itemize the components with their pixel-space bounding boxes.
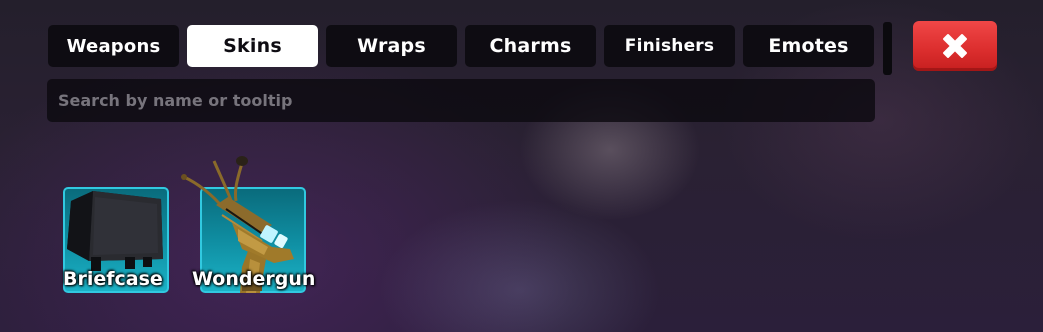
tab-weapons-label: Weapons: [66, 35, 161, 57]
tab-wraps[interactable]: Wraps: [326, 25, 457, 67]
tab-skins-label: Skins: [223, 35, 282, 57]
tab-finishers-label: Finishers: [624, 36, 715, 56]
item-label-briefcase: Briefcase: [63, 268, 163, 290]
item-label-wondergun: Wondergun: [192, 268, 316, 290]
search-box[interactable]: [47, 79, 875, 122]
tab-finishers[interactable]: Finishers: [604, 25, 735, 67]
search-input[interactable]: [58, 79, 864, 122]
tab-weapons[interactable]: Weapons: [48, 25, 179, 67]
tab-skins[interactable]: Skins: [187, 25, 318, 67]
tab-bar-scrollbar[interactable]: [883, 22, 892, 75]
tab-wraps-label: Wraps: [357, 35, 426, 57]
close-button[interactable]: [913, 21, 997, 71]
tab-emotes[interactable]: Emotes: [743, 25, 874, 67]
tab-emotes-label: Emotes: [768, 35, 849, 57]
close-x-icon: [943, 34, 967, 58]
tab-charms[interactable]: Charms: [465, 25, 596, 67]
tab-charms-label: Charms: [489, 35, 572, 57]
